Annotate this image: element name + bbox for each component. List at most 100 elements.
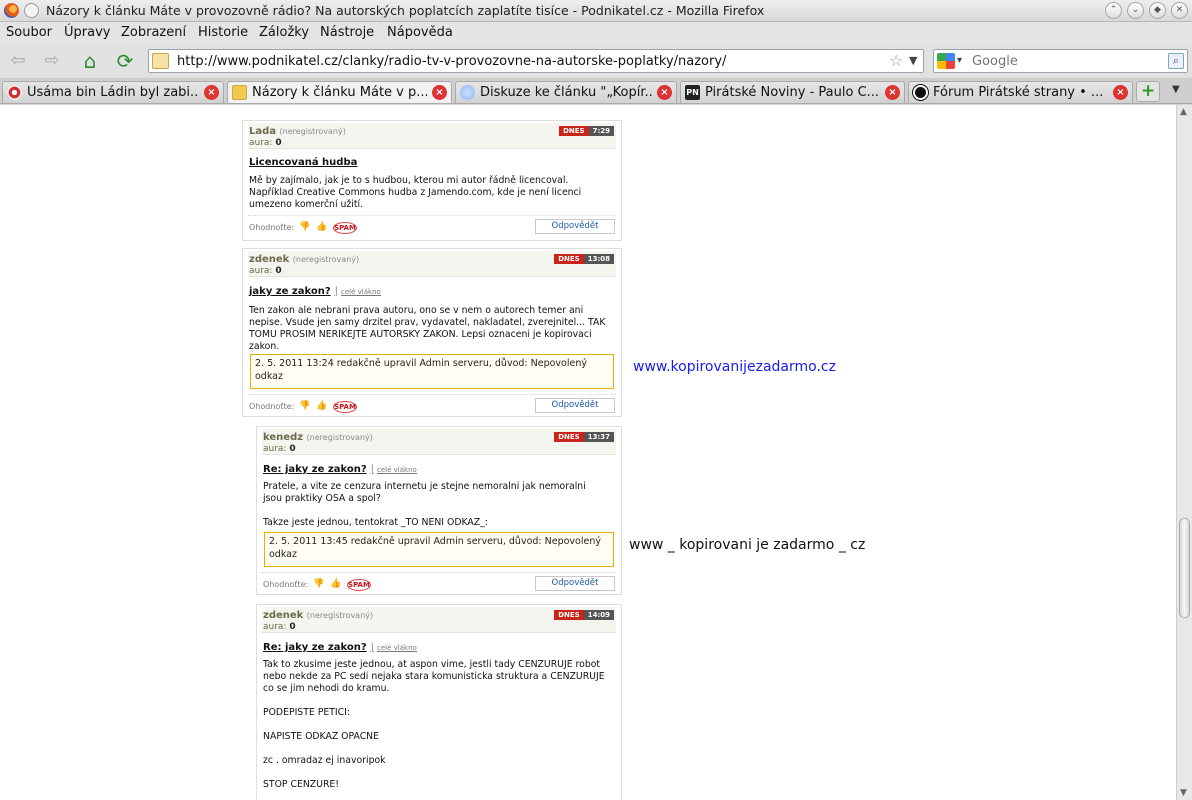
url-bar[interactable]: http://www.podnikatel.cz/clanky/radio-tv…: [148, 49, 924, 73]
search-icon[interactable]: ⌕: [1168, 53, 1184, 69]
comment-author[interactable]: kenedz (neregistrovaný): [263, 432, 373, 443]
search-input[interactable]: [972, 53, 1162, 69]
comment-timestamp: DNES 14:09: [554, 610, 614, 621]
thumbs-down-icon[interactable]: 👎: [298, 222, 312, 233]
comment-body: Mě by zajímalo, jak je to s hudbou, kter…: [249, 175, 582, 210]
menu-bar: Soubor Úpravy Zobrazení Historie Záložky…: [0, 22, 1192, 43]
tab-list-icon[interactable]: ▼: [1172, 84, 1180, 95]
forward-icon[interactable]: ⇨: [40, 49, 64, 73]
comment-author[interactable]: zdenek (neregistrovaný): [249, 254, 359, 265]
tab-close-icon[interactable]: ×: [1113, 85, 1128, 100]
thumbs-up-icon[interactable]: 👍: [329, 579, 343, 590]
rate-label: Ohodnoťte:: [249, 402, 295, 411]
reply-button[interactable]: Odpovědět: [535, 398, 615, 413]
new-tab-button[interactable]: +: [1136, 81, 1160, 102]
thumbs-down-icon[interactable]: 👎: [312, 579, 326, 590]
google-engine-icon[interactable]: [937, 53, 955, 69]
close-window-icon[interactable]: ✕: [1171, 2, 1188, 19]
spam-icon[interactable]: SPAM: [333, 222, 357, 234]
tab-pirate-icon: [913, 85, 928, 100]
thumbs-down-icon[interactable]: 👎: [298, 401, 312, 412]
overlay-link-url[interactable]: www.kopirovanijezadarmo.cz: [633, 359, 836, 375]
tab-piratske-noviny[interactable]: PN Pirátské Noviny - Paulo C... ×: [680, 81, 905, 103]
spam-icon[interactable]: SPAM: [333, 401, 357, 413]
search-bar: ▾ ⌕: [933, 49, 1188, 73]
comment-header: kenedz (neregistrovaný) aura: 0 DNES 13:3…: [262, 429, 616, 455]
menu-historie[interactable]: Historie: [198, 25, 248, 40]
scroll-up-icon[interactable]: ▲: [1180, 107, 1187, 117]
tab-label: Pirátské Noviny - Paulo C...: [705, 85, 880, 100]
moderation-note: 2. 5. 2011 13:24 redakčně upravil Admin …: [250, 354, 614, 389]
tab-close-icon[interactable]: ×: [204, 85, 219, 100]
comment-footer: Ohodnoťte: 👎 👍 SPAM Odpovědět: [248, 394, 616, 413]
overlay-link-text: www _ kopirovani je zadarmo _ cz: [629, 537, 866, 553]
tab-forum[interactable]: Fórum Pirátské strany • ... ×: [908, 81, 1133, 103]
whole-thread-link[interactable]: celé vlákno: [341, 288, 381, 296]
comment: Lada (neregistrovaný) aura: 0 DNES 7:29 L…: [242, 120, 622, 241]
comment-aura: aura: 0: [249, 138, 282, 148]
whole-thread-link[interactable]: celé vlákno: [377, 644, 417, 652]
menu-napoveda[interactable]: Nápověda: [387, 25, 453, 40]
back-icon[interactable]: ⇦: [6, 49, 30, 73]
tab-target-icon: [7, 85, 22, 100]
scroll-thumb[interactable]: [1179, 518, 1190, 618]
window-up-icon[interactable]: ⌃: [1105, 2, 1122, 19]
reply-button[interactable]: Odpovědět: [535, 576, 615, 591]
menu-upravy[interactable]: Úpravy: [64, 25, 110, 40]
firefox-icon: [4, 3, 19, 18]
comment-aura: aura: 0: [263, 622, 296, 632]
home-icon[interactable]: ⌂: [78, 49, 102, 73]
tab-favicon-icon: [232, 85, 247, 100]
thumbs-up-icon[interactable]: 👍: [315, 222, 329, 233]
tab-diskuze[interactable]: Diskuze ke článku "„Kopír... ×: [455, 81, 677, 103]
page-content: Lada (neregistrovaný) aura: 0 DNES 7:29 L…: [0, 105, 1176, 800]
menu-zobrazeni[interactable]: Zobrazení: [121, 25, 186, 40]
tab-label: Názory k článku Máte v p...: [252, 85, 427, 100]
comment-title[interactable]: Re: jaky ze zakon? | celé vlákno: [263, 464, 417, 475]
navigation-toolbar: ⇦ ⇨ ⌂ ⟳ http://www.podnikatel.cz/clanky/…: [0, 43, 1192, 79]
window-menu-button[interactable]: [24, 3, 39, 18]
reply-button[interactable]: Odpovědět: [535, 219, 615, 234]
menu-soubor[interactable]: Soubor: [6, 25, 52, 40]
comment-aura: aura: 0: [249, 266, 282, 276]
whole-thread-link[interactable]: celé vlákno: [377, 466, 417, 474]
scroll-down-icon[interactable]: ▼: [1180, 788, 1187, 798]
tab-label: Fórum Pirátské strany • ...: [933, 85, 1104, 100]
rate-label: Ohodnoťte:: [249, 223, 295, 232]
comment-title[interactable]: Re: jaky ze zakon? | celé vlákno: [263, 642, 417, 653]
comment-header: zdenek (neregistrovaný) aura: 0 DNES 14:0…: [262, 607, 616, 633]
spam-icon[interactable]: SPAM: [347, 579, 371, 591]
url-dropdown-icon[interactable]: ▼: [909, 54, 917, 67]
comment-title[interactable]: jaky ze zakon? | celé vlákno: [249, 286, 381, 297]
menu-nastroje[interactable]: Nástroje: [320, 25, 374, 40]
rate-label: Ohodnoťte:: [263, 580, 309, 589]
page-scrollbar[interactable]: ▲ ▼: [1176, 105, 1192, 800]
comment-timestamp: DNES 13:37: [554, 432, 614, 443]
minimize-icon[interactable]: ⌄: [1127, 2, 1144, 19]
menu-zalozky[interactable]: Záložky: [259, 25, 309, 40]
plus-icon: +: [1141, 81, 1156, 101]
tab-close-icon[interactable]: ×: [885, 85, 900, 100]
comment: kenedz (neregistrovaný) aura: 0 DNES 13:3…: [256, 426, 622, 595]
window-titlebar: Názory k článku Máte v provozovně rádio?…: [0, 0, 1192, 22]
comment-author[interactable]: zdenek (neregistrovaný): [263, 610, 373, 621]
url-text[interactable]: http://www.podnikatel.cz/clanky/radio-tv…: [177, 54, 726, 69]
comment-author[interactable]: Lada (neregistrovaný): [249, 126, 346, 137]
tab-close-icon[interactable]: ×: [657, 85, 672, 100]
tab-label: Usáma bin Ládin byl zabi...: [27, 85, 199, 100]
tab-close-icon[interactable]: ×: [432, 85, 447, 100]
tab-label: Diskuze ke článku "„Kopír...: [480, 85, 652, 100]
tab-globe-icon: [460, 85, 475, 100]
comment-body: Pratele, a vite ze cenzura internetu je …: [263, 481, 586, 528]
thumbs-up-icon[interactable]: 👍: [315, 401, 329, 412]
engine-dropdown-icon[interactable]: ▾: [957, 55, 962, 66]
comment-body: Tak to zkusime jeste jednou, at aspon vi…: [263, 659, 605, 790]
comment-header: zdenek (neregistrovaný) aura: 0 DNES 13:0…: [248, 251, 616, 277]
tab-nazory[interactable]: Názory k článku Máte v p... ×: [227, 81, 452, 103]
maximize-icon[interactable]: ◆: [1149, 2, 1166, 19]
comment-footer: Ohodnoťte: 👎 👍 SPAM Odpovědět: [248, 215, 616, 234]
bookmark-star-icon[interactable]: ☆: [889, 51, 903, 70]
tab-osama[interactable]: Usáma bin Ládin byl zabi... ×: [2, 81, 224, 103]
comment-title[interactable]: Licencovaná hudba: [249, 157, 357, 168]
reload-icon[interactable]: ⟳: [113, 49, 137, 73]
